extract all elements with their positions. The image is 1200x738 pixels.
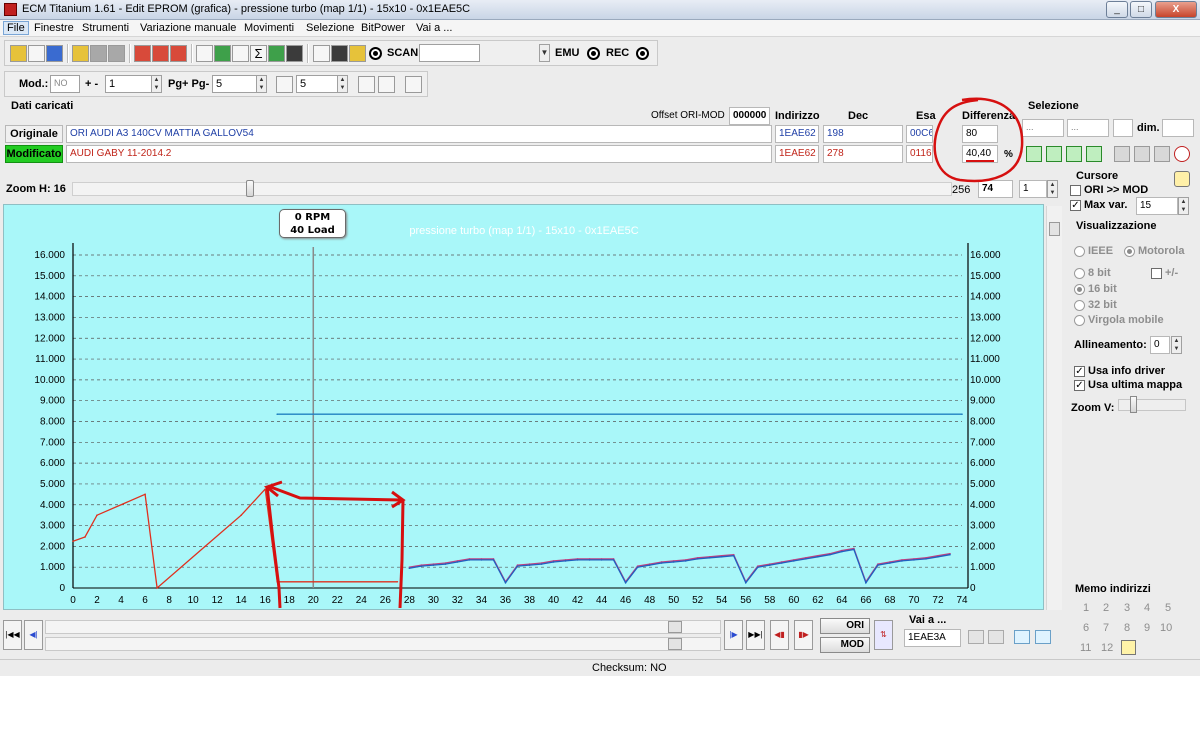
red-annotation-overlay [263,97,1024,609]
annotation-circle [933,97,1024,183]
app-window: ECM Titanium 1.61 - Edit EPROM (grafica)… [0,0,1200,676]
annotation-vertical-left [265,485,282,609]
annotation-arrow-line [267,484,403,502]
annotation-vertical-right [398,499,405,609]
